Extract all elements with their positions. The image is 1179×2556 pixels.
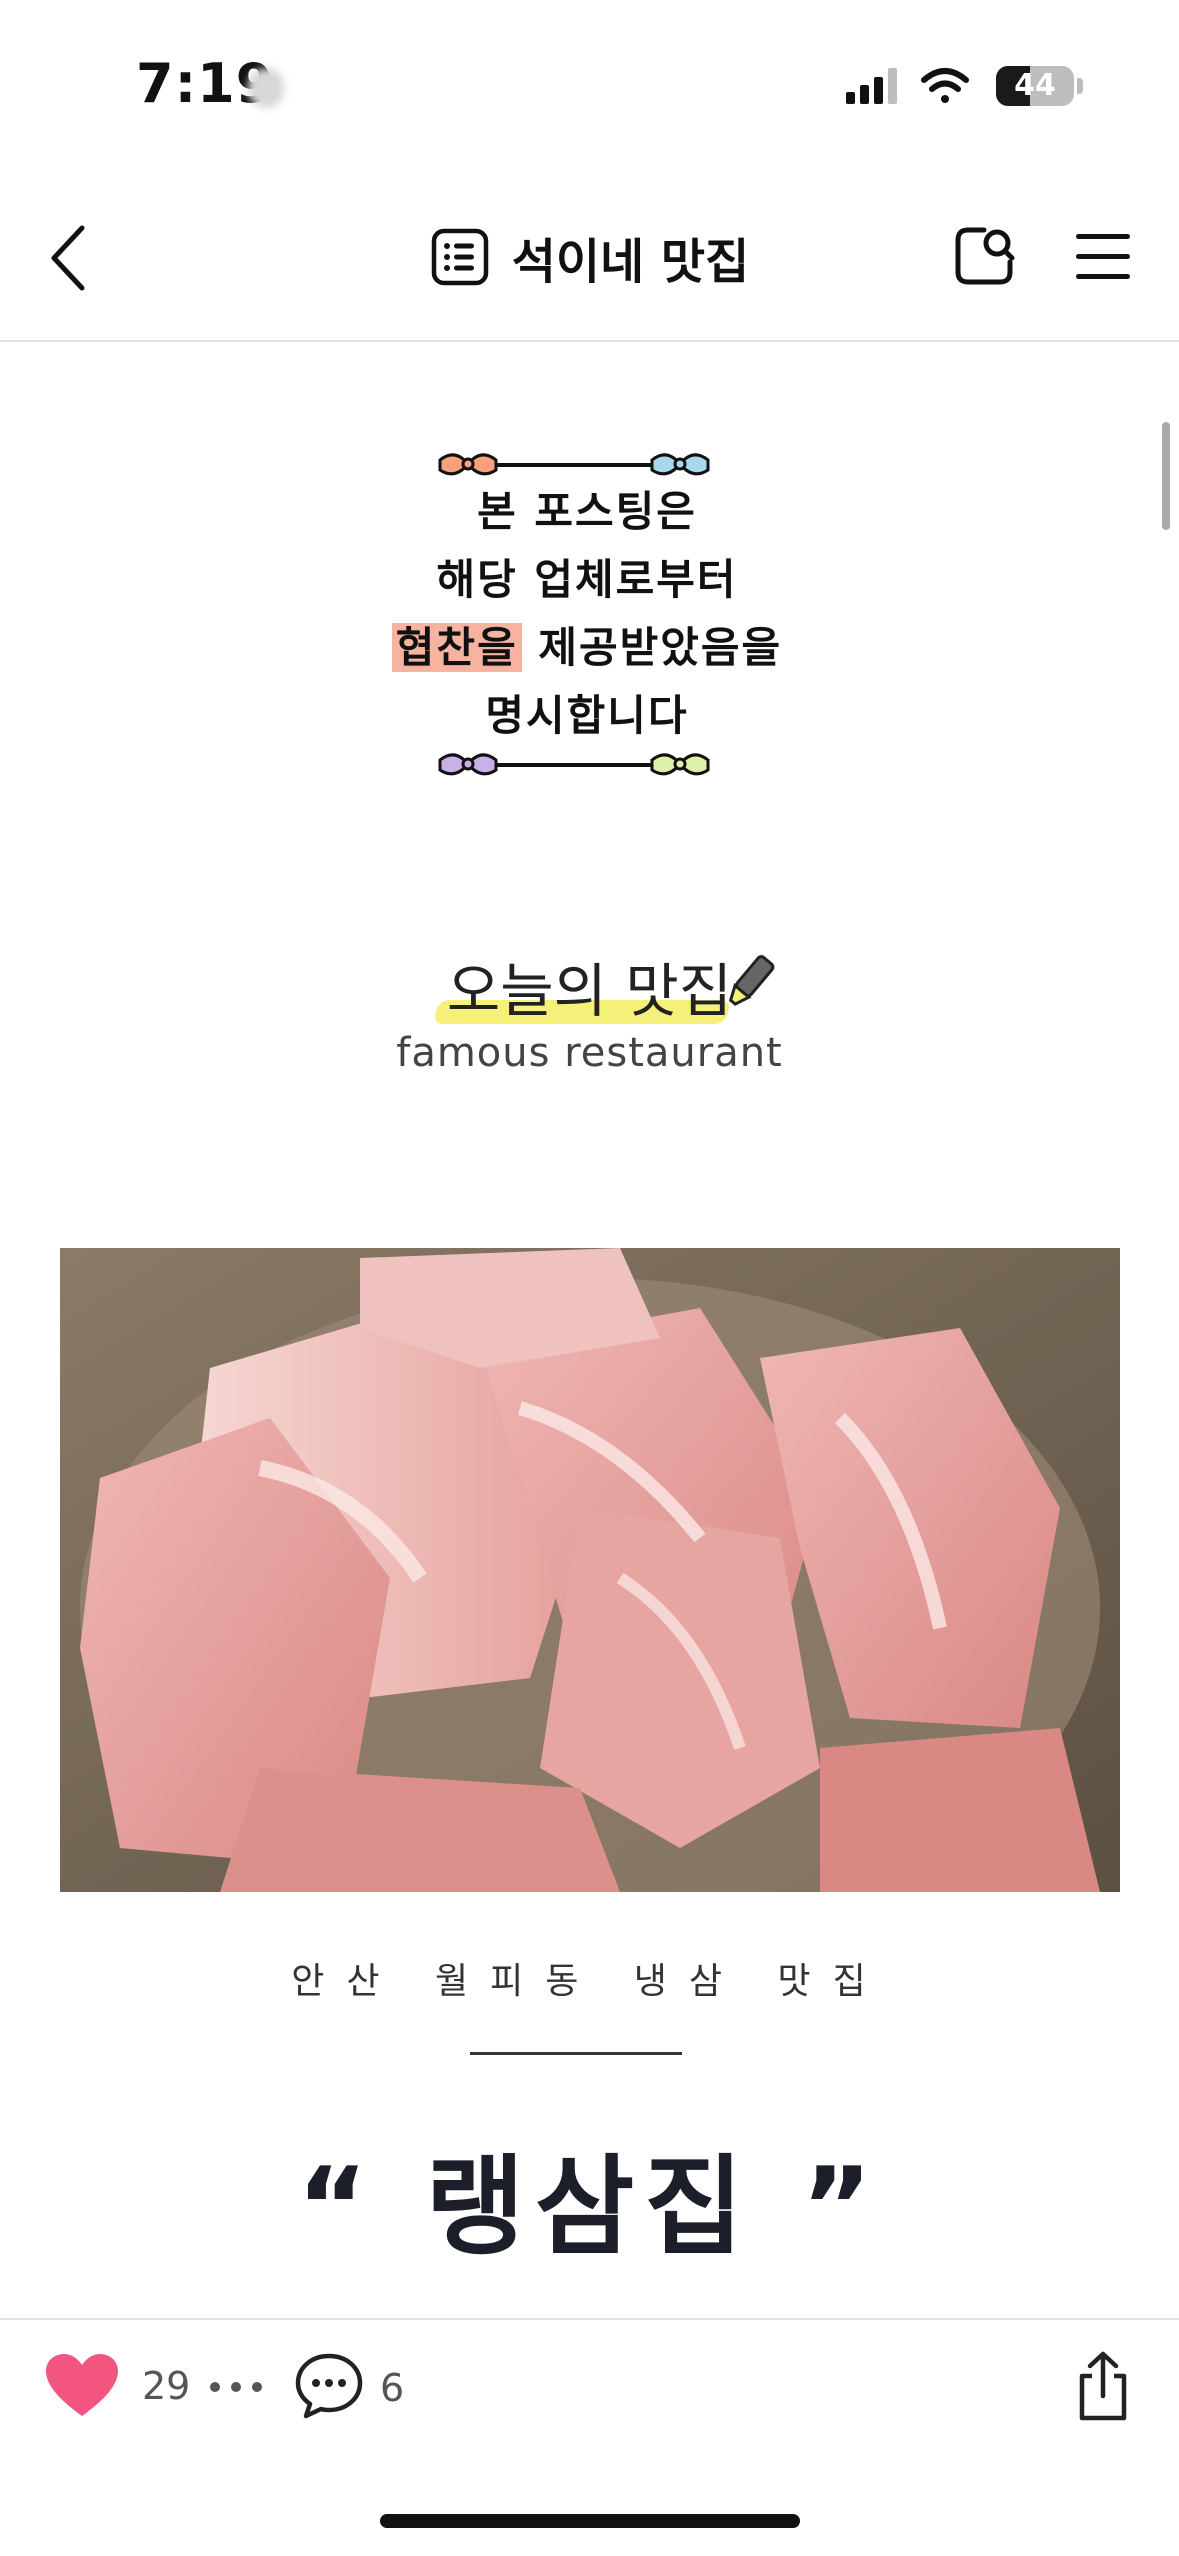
menu-icon[interactable] — [1074, 228, 1132, 286]
search-in-blog-icon[interactable] — [950, 222, 1018, 290]
ribbon-divider-bottom — [438, 753, 710, 776]
battery-tip — [1077, 78, 1083, 94]
disclosure-line: 해당 업체로부터 — [436, 555, 738, 604]
restaurant-name: “ 랭삼집 ” — [296, 2145, 883, 2270]
list-icon — [431, 228, 488, 286]
nav-title-text: 석이네 맛집 — [511, 234, 750, 290]
share-icon[interactable] — [1074, 2350, 1132, 2422]
blurred-status-indicator — [248, 68, 284, 108]
highlighter-pen-icon — [728, 955, 775, 1006]
disclosure-line: 제공받았음을 — [538, 623, 783, 672]
section-divider — [470, 2052, 682, 2055]
today-subtitle: famous restaurant — [396, 1030, 783, 1076]
home-indicator[interactable] — [380, 2514, 800, 2528]
like-heart-icon[interactable] — [44, 2352, 120, 2420]
pork-belly-photo[interactable] — [60, 1248, 1120, 1892]
scrollbar-thumb[interactable] — [1162, 422, 1170, 530]
today-title: 오늘의 맛집 — [446, 957, 733, 1025]
disclosure-highlight: 협찬을 — [391, 623, 522, 672]
disclosure-line: 본 포스팅은 — [477, 487, 697, 536]
bow-icon — [650, 753, 710, 776]
bow-icon — [438, 753, 498, 776]
battery-percent: 44 — [1014, 68, 1056, 103]
like-count: 29 — [142, 2364, 191, 2408]
location-caption: 안산 월피동 냉삼 맛집 — [291, 1961, 888, 2002]
more-dots-icon[interactable] — [208, 2380, 264, 2394]
comment-icon[interactable] — [294, 2352, 364, 2420]
battery-icon: 44 — [996, 66, 1074, 106]
comment-count: 6 — [380, 2366, 405, 2410]
cellular-signal-icon — [846, 68, 897, 104]
wifi-icon — [921, 68, 969, 103]
